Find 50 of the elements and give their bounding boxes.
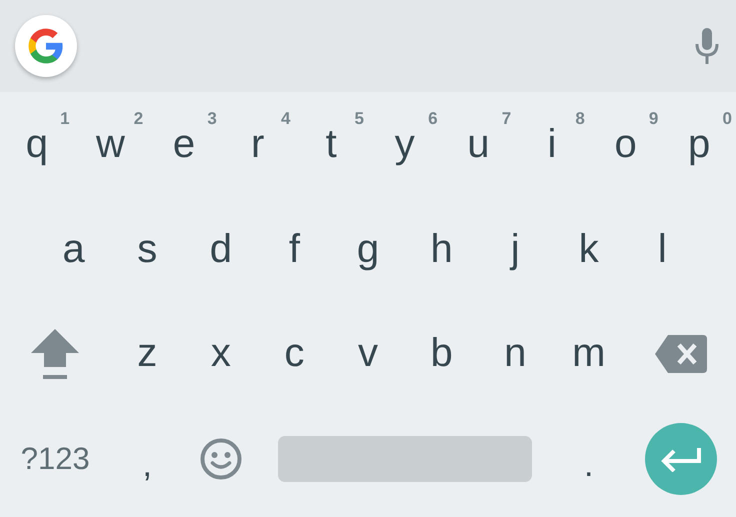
smiley-icon [200,438,242,480]
shift-key[interactable] [30,326,80,381]
number-hint: 6 [428,110,438,128]
number-hint: 3 [207,110,217,128]
microphone-icon [694,28,720,64]
letter-key[interactable]: q 1 [0,104,74,184]
letter-key[interactable]: z [110,314,184,394]
letter-key[interactable]: p 0 [662,104,736,184]
letter-key[interactable]: o 9 [588,104,662,184]
letter-key[interactable]: g [331,209,405,290]
backspace-key[interactable] [654,334,707,373]
letter-key[interactable]: y 6 [368,104,442,184]
letter-key[interactable]: h [404,209,478,290]
punctuation-key[interactable]: , [132,436,162,496]
letter-key[interactable]: v [331,314,405,394]
number-hint: 4 [280,110,290,128]
letter-key[interactable]: t 5 [294,104,368,184]
return-icon [660,446,702,472]
shift-icon [30,326,80,381]
logo-icon [27,27,65,65]
backspace-icon [654,334,707,373]
number-hint: 7 [502,110,512,128]
letter-key[interactable]: a [36,209,110,290]
letter-key[interactable]: s [110,209,184,290]
letter-key[interactable]: m [552,314,626,394]
letter-key[interactable]: k [552,209,626,290]
number-hint: 2 [134,110,144,128]
number-hint: 9 [648,110,658,128]
letter-key[interactable]: d [184,209,258,290]
number-hint: 5 [354,110,364,128]
letter-key[interactable]: l [626,209,700,290]
punctuation-key[interactable]: . [574,436,604,496]
letter-key[interactable]: u 7 [442,104,516,184]
letter-key[interactable]: c [258,314,332,394]
search-button[interactable] [15,15,77,77]
letter-key[interactable]: x [184,314,258,394]
number-hint: 1 [60,110,70,128]
letter-key[interactable]: e 3 [147,104,221,184]
symbols-key[interactable]: ?123 [16,440,94,477]
emoji-key[interactable] [200,438,242,480]
letter-key[interactable]: b [404,314,478,394]
number-hint: 8 [575,110,585,128]
letter-key[interactable]: f [258,209,332,290]
letter-key[interactable]: r 4 [220,104,294,184]
letter-key[interactable]: w 2 [74,104,148,184]
letter-key[interactable]: j [478,209,552,290]
letter-key[interactable]: i 8 [515,104,589,184]
voice-button[interactable] [694,28,720,64]
number-hint: 0 [722,110,732,128]
letter-key[interactable]: n [478,314,552,394]
